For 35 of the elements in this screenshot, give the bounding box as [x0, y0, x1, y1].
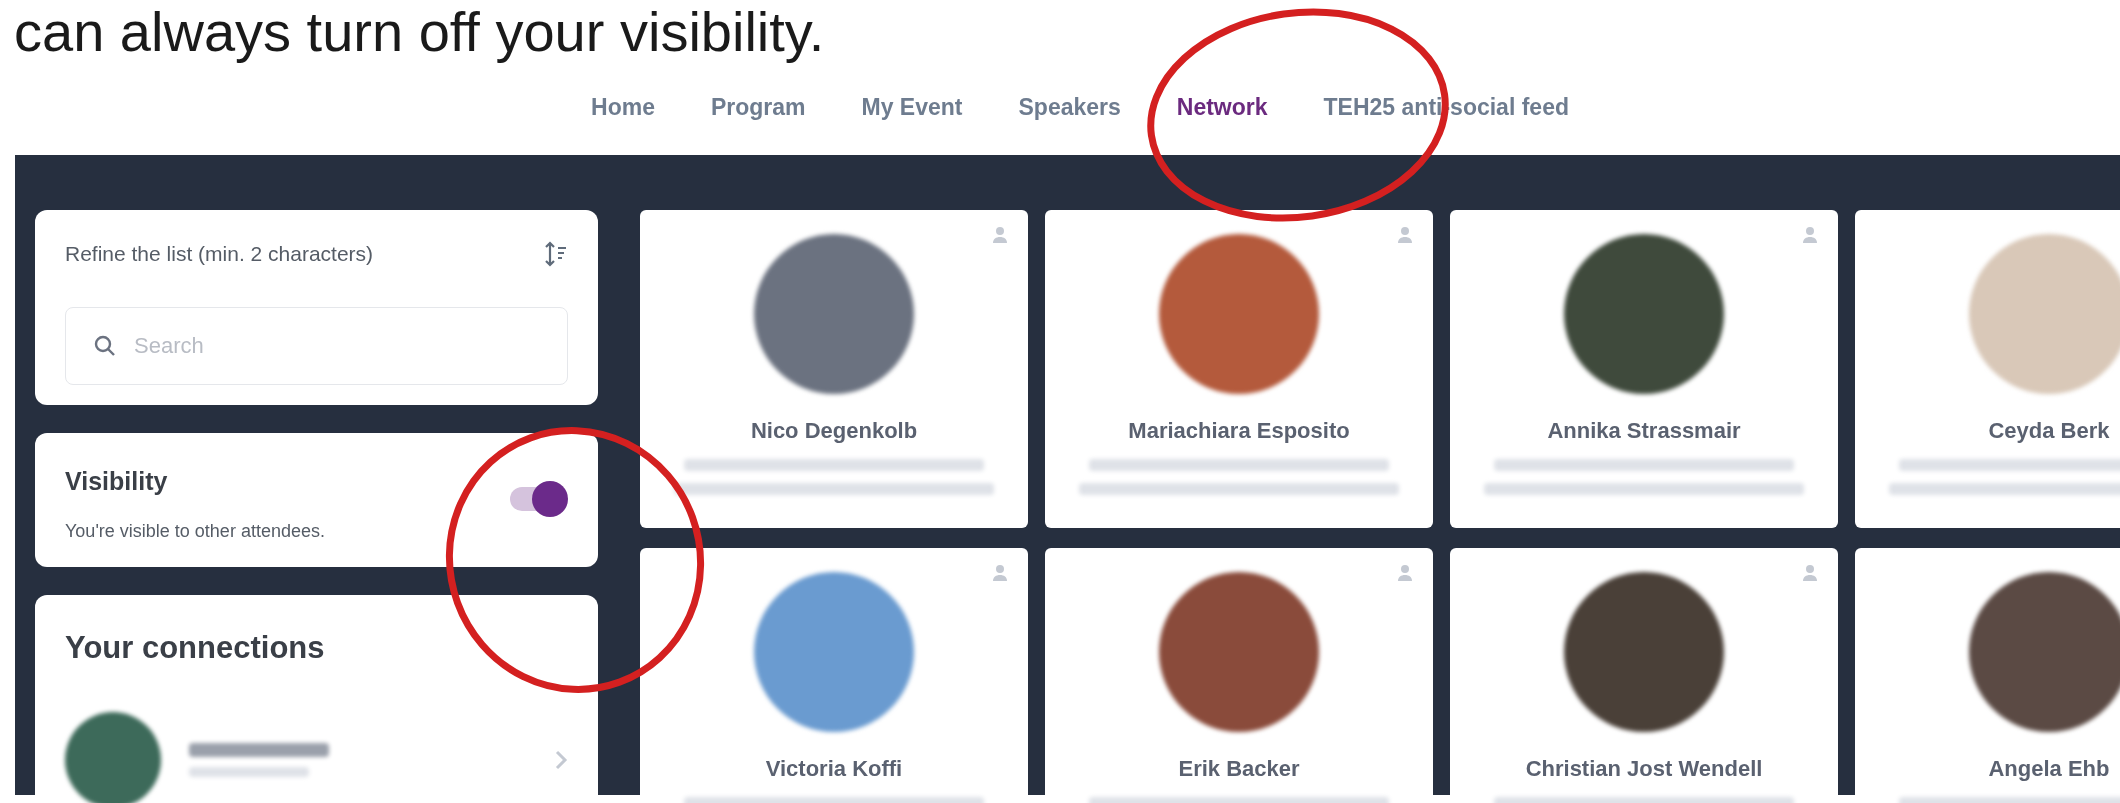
- attendee-name: Nico Degenkolb: [750, 417, 918, 445]
- attendee-card[interactable]: Annika Strassmair: [1450, 210, 1838, 528]
- person-icon: [992, 226, 1008, 244]
- person-icon: [1397, 564, 1413, 582]
- person-icon: [1802, 564, 1818, 582]
- attendee-name: Angela Ehb: [1988, 755, 2110, 783]
- attendee-name: Christian Jost Wendell: [1525, 755, 1763, 783]
- attendee-card[interactable]: Victoria Koffi: [640, 548, 1028, 803]
- visibility-description: You're visible to other attendees.: [65, 520, 325, 544]
- attendee-card[interactable]: Erik Backer: [1045, 548, 1433, 803]
- attendee-card[interactable]: Angela Ehb: [1855, 548, 2120, 803]
- nav-link[interactable]: My Event: [861, 90, 963, 125]
- search-icon: [93, 333, 117, 358]
- person-icon: [992, 564, 1008, 582]
- attendee-card[interactable]: Ceyda Berk: [1855, 210, 2120, 528]
- attendee-card[interactable]: Christian Jost Wendell: [1450, 548, 1838, 803]
- sort-icon[interactable]: [544, 240, 568, 267]
- visibility-title: Visibility: [65, 465, 169, 497]
- filter-label: Refine the list (min. 2 characters): [65, 241, 374, 267]
- attendee-name: Annika Strassmair: [1547, 417, 1741, 445]
- attendee-name: Erik Backer: [1178, 755, 1300, 783]
- person-icon: [1802, 226, 1818, 244]
- connections-title: Your connections: [65, 630, 325, 665]
- attendee-card[interactable]: Mariachiara Esposito: [1045, 210, 1433, 528]
- person-icon: [1397, 226, 1413, 244]
- search-field[interactable]: Search: [65, 306, 568, 385]
- nav-link[interactable]: Speakers: [1018, 90, 1121, 125]
- nav-link[interactable]: Network: [1176, 90, 1268, 125]
- attendee-name: Victoria Koffi: [765, 755, 903, 783]
- nav-link[interactable]: Program: [710, 90, 806, 125]
- nav-link[interactable]: Home: [591, 90, 655, 125]
- attendee-card[interactable]: Nico Degenkolb: [640, 210, 1028, 528]
- attendee-name: Mariachiara Esposito: [1128, 417, 1350, 445]
- attendee-name: Ceyda Berk: [1988, 417, 2110, 445]
- visibility-toggle[interactable]: [508, 480, 568, 517]
